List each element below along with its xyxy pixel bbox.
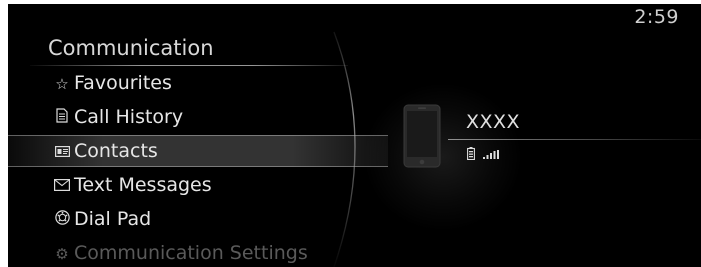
envelope-icon	[52, 169, 72, 203]
menu-item-label: Communication Settings	[74, 242, 308, 264]
document-icon	[52, 101, 72, 135]
infotainment-screen: 2:59 Communication ☆ Favourites Call Hist…	[8, 4, 701, 267]
menu-item-favourites[interactable]: ☆ Favourites	[8, 66, 368, 100]
menu-item-label: Favourites	[74, 72, 172, 94]
contact-card-icon	[52, 135, 72, 169]
clock: 2:59	[634, 6, 679, 28]
menu-item-label: Contacts	[74, 140, 158, 162]
menu-item-text-messages[interactable]: Text Messages	[8, 168, 368, 202]
battery-icon	[467, 147, 475, 160]
smartphone-icon	[403, 104, 441, 168]
menu-item-label: Text Messages	[74, 174, 212, 196]
menu-item-communication-settings[interactable]: ⚙ Communication Settings	[8, 236, 368, 267]
communication-menu: ☆ Favourites Call History Contacts Text M…	[8, 66, 388, 267]
menu-title: Communication	[48, 36, 214, 60]
menu-item-call-history[interactable]: Call History	[8, 100, 368, 134]
star-icon: ☆	[55, 75, 69, 93]
device-glow	[363, 82, 523, 232]
device-name: XXXX	[466, 111, 521, 133]
dial-pad-icon	[52, 203, 72, 237]
menu-item-label: Call History	[74, 106, 184, 128]
device-divider	[448, 139, 701, 140]
signal-bars-icon	[483, 150, 499, 159]
menu-item-contacts[interactable]: Contacts	[8, 134, 388, 169]
gear-icon: ⚙	[55, 245, 69, 263]
menu-item-label: Dial Pad	[74, 208, 152, 230]
menu-item-dial-pad[interactable]: Dial Pad	[8, 202, 368, 236]
